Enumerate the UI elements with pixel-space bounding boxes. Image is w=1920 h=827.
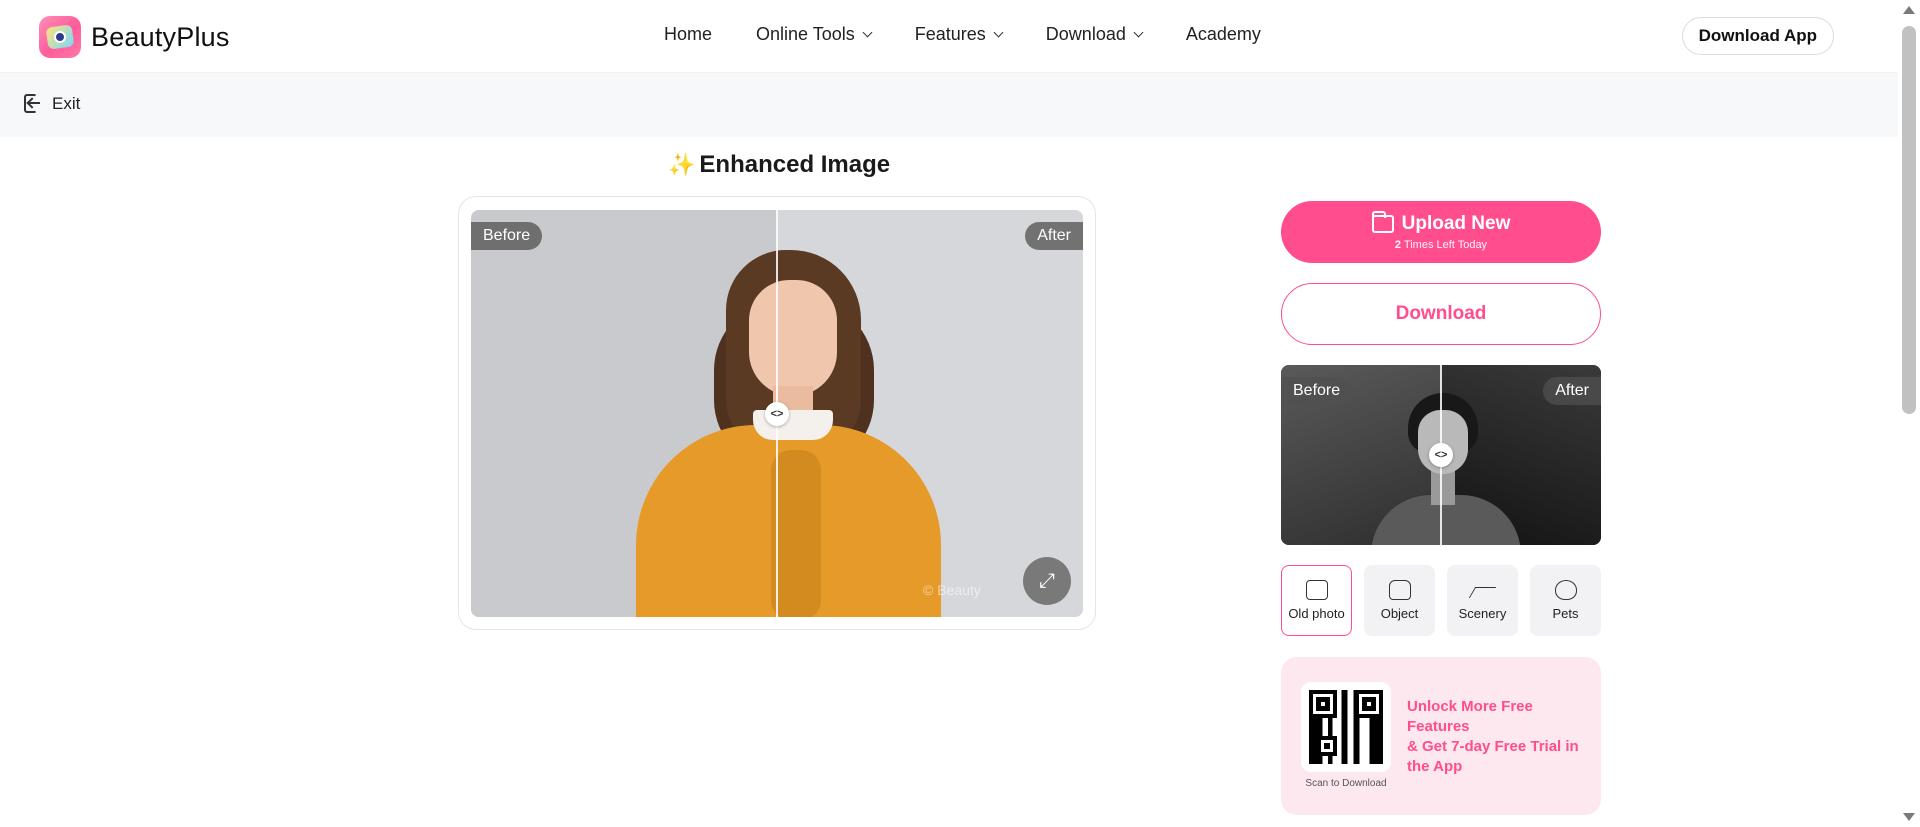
nav-features[interactable]: Features	[914, 24, 1004, 45]
tool-scenery[interactable]: Scenery	[1447, 565, 1518, 636]
nav-online-tools-label: Online Tools	[756, 24, 855, 44]
chevron-down-icon	[862, 27, 873, 38]
chevron-down-icon	[1133, 27, 1144, 38]
page-title-text: Enhanced Image	[699, 151, 891, 178]
exit-icon	[22, 93, 42, 115]
before-after-image[interactable]: © Beauty Before After <> ⤢	[471, 210, 1083, 617]
watermark: © Beauty	[923, 582, 981, 598]
pets-icon	[1554, 580, 1577, 600]
comparison-card: © Beauty Before After <> ⤢	[458, 196, 1096, 630]
upload-sub-label: Times Left Today	[1403, 239, 1488, 251]
qr-caption: Scan to Download	[1305, 778, 1387, 789]
tool-subbar: Exit	[0, 73, 1898, 137]
download-app-button[interactable]: Download App	[1681, 17, 1834, 55]
promo-text: Unlock More Free Features & Get 7-day Fr…	[1407, 697, 1587, 777]
upload-remaining: 2 Times Left Today	[1395, 239, 1487, 251]
sample-slider-handle[interactable]: <>	[1429, 443, 1453, 467]
upload-new-button[interactable]: Upload New 2 Times Left Today	[1281, 201, 1601, 263]
download-button[interactable]: Download	[1281, 283, 1601, 345]
tool-old-photo[interactable]: Old photo	[1281, 565, 1352, 636]
sample-before-tag: Before	[1281, 377, 1353, 405]
nav-home-label: Home	[664, 24, 713, 44]
nav-academy-label: Academy	[1185, 24, 1261, 44]
sample-before-after[interactable]: Before After <>	[1281, 365, 1601, 545]
nav-academy[interactable]: Academy	[1186, 24, 1261, 45]
promo-line-2: & Get 7-day Free Trial in the App	[1407, 738, 1579, 775]
scroll-thumb[interactable]	[1902, 26, 1916, 414]
upload-count: 2	[1394, 239, 1402, 251]
nav-online-tools[interactable]: Online Tools	[756, 24, 873, 45]
exit-button[interactable]: Exit	[22, 93, 80, 115]
tool-scenery-label: Scenery	[1458, 606, 1507, 621]
brand-logo[interactable]: BeautyPlus	[39, 16, 230, 58]
top-header: BeautyPlus Home Online Tools Features Do…	[0, 0, 1898, 73]
tool-object-label: Object	[1380, 606, 1419, 621]
enhance-mode-tabs: Old photo Object Scenery Pets	[1281, 565, 1601, 636]
fullscreen-expand-icon[interactable]: ⤢	[1023, 557, 1071, 605]
compare-slider-handle[interactable]: <>	[765, 402, 789, 426]
main-nav: Home Online Tools Features Download Acad…	[664, 24, 1261, 45]
beautyplus-logo-icon	[39, 16, 81, 58]
tool-old-photo-label: Old photo	[1288, 606, 1345, 621]
qr-code	[1301, 682, 1391, 772]
nav-home[interactable]: Home	[664, 24, 712, 45]
tool-object[interactable]: Object	[1364, 565, 1435, 636]
nav-features-label: Features	[914, 24, 986, 44]
page-title: ✨ Enhanced Image	[668, 151, 890, 179]
before-image	[471, 210, 777, 617]
before-tag: Before	[471, 222, 543, 250]
nav-download-label: Download	[1045, 24, 1126, 44]
tool-pets-label: Pets	[1552, 606, 1579, 621]
sample-after-tag: After	[1543, 377, 1601, 405]
upload-new-label: Upload New	[1401, 213, 1511, 234]
sparkle-icon: ✨	[668, 152, 696, 177]
scenery-icon	[1472, 580, 1494, 600]
after-image	[777, 210, 1083, 617]
promo-line-1: Unlock More Free Features	[1407, 698, 1533, 735]
qr-code-icon	[1309, 690, 1383, 764]
chevron-down-icon	[993, 27, 1004, 38]
page: BeautyPlus Home Online Tools Features Do…	[0, 0, 1920, 827]
exit-label: Exit	[52, 94, 81, 113]
page-scrollbar[interactable]	[1898, 0, 1920, 827]
object-icon	[1388, 580, 1411, 600]
scroll-up-icon[interactable]	[1903, 6, 1915, 14]
nav-download[interactable]: Download	[1045, 24, 1144, 45]
brand-name: BeautyPlus	[91, 21, 230, 52]
after-tag: After	[1025, 222, 1083, 250]
old-photo-icon	[1305, 580, 1328, 600]
scroll-down-icon[interactable]	[1903, 813, 1915, 821]
folder-upload-icon	[1371, 211, 1394, 233]
tool-pets[interactable]: Pets	[1530, 565, 1601, 636]
app-promo-card: Scan to Download Unlock More Free Featur…	[1281, 657, 1601, 815]
